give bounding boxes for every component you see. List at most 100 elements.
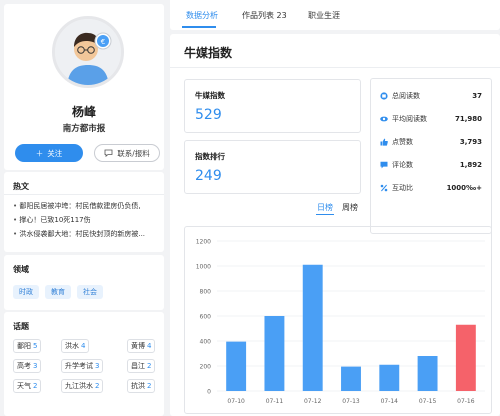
page-title: 牛媒指数 (184, 46, 233, 60)
user-name: 杨峰 (71, 105, 96, 119)
thumbs-up-icon (380, 138, 388, 146)
contact-label: 联系/报料 (117, 148, 150, 158)
active-subtab-indicator (316, 214, 334, 215)
bar (302, 264, 323, 391)
organization: 南方都市报 (62, 124, 106, 134)
area-tag[interactable]: 教育 (45, 285, 71, 299)
metric-label: 平均阅读数 (392, 115, 427, 123)
topic-tag[interactable]: 黄博 4 (127, 339, 156, 353)
topic-name: 洪水 (65, 342, 79, 350)
ratio-icon (380, 184, 388, 192)
metric-likes: 点赞数 3,793 (380, 135, 482, 149)
topic-count: 2 (33, 382, 38, 390)
topic-count: 5 (33, 342, 38, 350)
areas-title: 领域 (13, 265, 29, 274)
hot-article-item[interactable]: 撑心！已致10死117伤 (13, 213, 158, 227)
bar (226, 341, 247, 391)
topic-name: 升学考试 (65, 362, 93, 370)
topic-count: 2 (147, 382, 152, 390)
metric-total-reads: 总阅读数 37 (380, 89, 482, 103)
x-tick-label: 07-13 (342, 398, 360, 405)
follow-label: 关注 (47, 148, 63, 158)
chat-bubble-icon (104, 149, 113, 157)
y-tick-label: 0 (207, 389, 211, 396)
y-tick-label: 200 (200, 364, 212, 371)
hot-article-item[interactable]: 洪水侵袭鄱大地：村民快封顶的新房被... (13, 227, 158, 241)
book-icon (380, 92, 388, 100)
bar (379, 364, 400, 391)
topics-card: 话题 鄱阳 5 洪水 4 黄博 4 高考 3 升学考试 3 昌江 2 天气 2 九江洪水 2 抗… (4, 312, 164, 416)
x-tick-label: 07-14 (381, 398, 399, 405)
metric-value: 71,980 (454, 115, 482, 123)
main-panel: 牛媒指数 牛媒指数 529 指数排行 249 总阅读数 37 平均阅读数 71,… (170, 34, 500, 416)
hot-article-item[interactable]: 鄱阳民居被冲垮：村民借款建房仍负债, (13, 199, 158, 213)
topic-name: 鄱阳 (17, 342, 31, 350)
metric-value: 1,892 (459, 161, 482, 169)
topic-count: 2 (95, 382, 100, 390)
topic-tag[interactable]: 洪水 4 (61, 339, 90, 353)
chart-container: 0 200 400 600 800 1000 1200 07-10 07-11 07-12 07-1… (184, 226, 492, 414)
tab-career[interactable]: 职业生涯 (308, 10, 340, 21)
index-stat-box: 牛媒指数 529 (184, 79, 361, 133)
x-tick-label: 07-10 (227, 398, 245, 405)
metric-label: 互动比 (392, 184, 413, 192)
metrics-panel: 总阅读数 37 平均阅读数 71,980 点赞数 3,793 评论数 1,892… (370, 78, 492, 234)
currency-badge-icon: € (101, 38, 105, 46)
topic-tag[interactable]: 九江洪水 2 (61, 379, 104, 393)
tab-data-analysis[interactable]: 数据分析 (186, 10, 218, 21)
topic-count: 2 (147, 362, 152, 370)
tab-daily[interactable]: 日榜 (317, 202, 333, 213)
metric-label: 总阅读数 (392, 92, 420, 100)
metric-value: 1000‰+ (446, 184, 482, 192)
avatar[interactable]: € (52, 16, 124, 88)
area-tag[interactable]: 社会 (77, 285, 103, 299)
rank-label: 指数排行 (195, 152, 225, 161)
active-tab-indicator (182, 26, 216, 28)
areas-card: 领域 时政 教育 社会 (4, 255, 164, 310)
tab-works-list[interactable]: 作品列表 23 (242, 10, 287, 21)
x-tick-label: 07-11 (266, 398, 284, 405)
topic-tag[interactable]: 鄱阳 5 (13, 339, 42, 353)
topic-tag[interactable]: 天气 2 (13, 379, 42, 393)
bar (264, 316, 285, 391)
hot-articles-title: 热文 (13, 182, 29, 191)
hot-articles-card: 热文 鄱阳民居被冲垮：村民借款建房仍负债, 撑心！已致10死117伤 洪水侵袭鄱… (4, 172, 164, 252)
metric-value: 37 (472, 92, 482, 100)
bar-chart: 0 200 400 600 800 1000 1200 07-10 07-11 07-12 07-1… (196, 239, 485, 405)
topic-count: 3 (33, 362, 38, 370)
x-tick-label: 07-12 (304, 398, 322, 405)
metric-value: 3,793 (459, 138, 482, 146)
topic-tag[interactable]: 高考 3 (13, 359, 42, 373)
divider (170, 67, 500, 68)
main-tabs: 数据分析 作品列表 23 职业生涯 (170, 0, 500, 30)
topics-title: 话题 (13, 322, 29, 331)
tab-weekly[interactable]: 周榜 (342, 202, 358, 213)
index-value: 529 (195, 107, 222, 123)
y-tick-label: 400 (200, 339, 212, 346)
y-tick-label: 1000 (196, 264, 211, 271)
topic-name: 高考 (17, 362, 31, 370)
topic-tag[interactable]: 抗洪 2 (127, 379, 156, 393)
topic-name: 抗洪 (131, 382, 145, 390)
comment-icon (380, 161, 388, 169)
rank-stat-box: 指数排行 249 (184, 140, 361, 194)
follow-button[interactable]: ＋ 关注 (15, 144, 83, 162)
topic-name: 黄博 (131, 342, 145, 350)
y-tick-label: 1200 (196, 239, 211, 246)
contact-button[interactable]: 联系/报料 (94, 144, 160, 162)
x-tick-label: 07-16 (457, 398, 475, 405)
profile-card: € 杨峰 南方都市报 ＋ 关注 联系/报料 (4, 4, 164, 170)
metric-label: 评论数 (392, 161, 413, 169)
divider (4, 194, 164, 195)
plus-icon: ＋ (35, 148, 44, 158)
bar (341, 366, 361, 391)
area-tag[interactable]: 时政 (13, 285, 39, 299)
topic-count: 3 (95, 362, 100, 370)
x-tick-label: 07-15 (419, 398, 437, 405)
topic-name: 昌江 (131, 362, 145, 370)
rank-value: 249 (195, 168, 222, 184)
topic-name: 天气 (17, 382, 31, 390)
topic-tag[interactable]: 昌江 2 (127, 359, 156, 373)
topic-tag[interactable]: 升学考试 3 (61, 359, 104, 373)
topic-name: 九江洪水 (65, 382, 93, 390)
